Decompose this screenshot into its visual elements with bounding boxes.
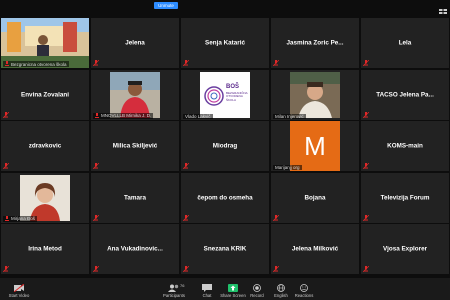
participant-name: Lela bbox=[398, 39, 412, 47]
mic-muted-icon bbox=[273, 266, 279, 272]
participant-video bbox=[20, 174, 70, 221]
mic-muted-icon bbox=[93, 60, 99, 66]
participant-name: Milica Škiljević bbox=[112, 142, 158, 150]
participant-tile[interactable]: Vjosa Explorer bbox=[361, 224, 449, 274]
participant-initial-avatar: M bbox=[290, 121, 340, 171]
participant-name: Envina Zovalani bbox=[21, 91, 69, 98]
participant-tile[interactable]: KOMS-main bbox=[361, 121, 449, 171]
mic-muted-icon bbox=[183, 163, 189, 169]
participant-name: čepom do osmeha bbox=[197, 194, 253, 201]
participant-name: Jelena Milković bbox=[291, 245, 339, 253]
view-grid-icon[interactable] bbox=[439, 1, 447, 14]
meeting-toolbar: Start Video Participants 76 Chat Share S… bbox=[0, 278, 450, 300]
reactions-button[interactable]: Reactions bbox=[287, 284, 321, 298]
start-video-button[interactable]: Start Video bbox=[2, 284, 36, 298]
mic-muted-icon bbox=[183, 60, 189, 66]
mic-muted-icon bbox=[93, 163, 99, 169]
mic-muted-icon bbox=[3, 266, 9, 272]
participant-tile[interactable]: BOŠ BEZGRANIČNA OTVORENA ŠKOLA Vlado Lak… bbox=[181, 69, 269, 120]
mic-muted-icon bbox=[363, 60, 369, 66]
participant-tile[interactable]: Jelena Milković bbox=[271, 224, 359, 274]
participant-tile[interactable]: MNOVLLLB Mirnika J. D. bbox=[91, 69, 179, 120]
zoom-gallery-window: Unmute Bezgranicna otvorena škola Jelena… bbox=[0, 0, 450, 300]
participant-tile[interactable]: Milica Škiljević bbox=[91, 121, 179, 171]
participant-name: Tamara bbox=[124, 194, 146, 201]
mic-muted-icon bbox=[183, 266, 189, 272]
participant-tile[interactable]: čepom do osmeha bbox=[181, 172, 269, 223]
participant-tile[interactable]: Bezgranicna otvorena škola bbox=[1, 18, 89, 68]
participant-tile[interactable]: zdravkovic bbox=[1, 121, 89, 171]
mic-muted-icon bbox=[3, 163, 9, 169]
participant-name: Bojana bbox=[304, 194, 326, 201]
participant-tile[interactable]: M Marijanjj org bbox=[271, 121, 359, 171]
mic-muted-icon bbox=[93, 266, 99, 272]
participant-tile[interactable]: Mirjana Đoš bbox=[1, 172, 89, 223]
mic-muted-icon bbox=[3, 111, 9, 118]
participant-name: Senja Katarić bbox=[205, 39, 245, 47]
participants-button[interactable]: Participants 76 bbox=[157, 283, 191, 298]
participant-tile[interactable]: Televizija Forum bbox=[361, 172, 449, 223]
participant-name: Jasmina Zoric Pe... bbox=[286, 39, 344, 47]
participant-tile[interactable]: Jasmina Zoric Pe... bbox=[271, 18, 359, 68]
mic-muted-icon bbox=[95, 112, 99, 119]
top-bar: Unmute bbox=[0, 0, 450, 18]
mic-muted-icon bbox=[5, 215, 9, 222]
mic-muted-icon bbox=[183, 214, 189, 221]
mic-muted-icon bbox=[273, 214, 279, 221]
participant-label: Milan Injerović bbox=[273, 113, 306, 119]
video-off-icon bbox=[2, 284, 36, 292]
participant-label: Vlado Lakvič bbox=[183, 113, 213, 119]
participant-name: Jelena bbox=[125, 39, 145, 47]
participant-tile[interactable]: Irina Metod bbox=[1, 224, 89, 274]
participant-tile[interactable]: Envina Zovalani bbox=[1, 69, 89, 120]
participant-name: zdravkovic bbox=[28, 142, 62, 150]
participants-label: Participants bbox=[163, 293, 185, 298]
logo-subtitle: BEZGRANIČNA OTVORENA ŠKOLA bbox=[226, 90, 248, 102]
participant-video bbox=[110, 71, 160, 118]
participant-tile[interactable]: Snezana KRIK bbox=[181, 224, 269, 274]
participant-name: Snezana KRIK bbox=[203, 245, 247, 253]
mic-muted-icon bbox=[363, 214, 369, 221]
mic-muted-icon bbox=[273, 60, 279, 66]
participant-tile[interactable]: Senja Katarić bbox=[181, 18, 269, 68]
participant-label: Marijanjj org bbox=[273, 165, 302, 170]
participant-tile[interactable]: Jelena bbox=[91, 18, 179, 68]
participant-name: TACSO Jelena Pa... bbox=[376, 91, 434, 98]
unmute-button[interactable]: Unmute bbox=[154, 2, 178, 9]
participant-logo: BOŠ BEZGRANIČNA OTVORENA ŠKOLA bbox=[200, 71, 250, 118]
participant-name: Vjosa Explorer bbox=[382, 245, 428, 253]
participant-tile[interactable]: TACSO Jelena Pa... bbox=[361, 69, 449, 120]
unmute-label: Unmute bbox=[158, 3, 174, 8]
mic-muted-icon bbox=[5, 61, 9, 67]
logo-title: BOŠ bbox=[226, 83, 240, 90]
gallery-grid: Bezgranicna otvorena škola Jelena Senja … bbox=[0, 18, 450, 278]
participant-label: Bezgranicna otvorena škola bbox=[3, 61, 69, 67]
participant-tile[interactable]: Milan Injerović bbox=[271, 69, 359, 120]
participant-label: MNOVLLLB Mirnika J. D. bbox=[93, 112, 154, 119]
mic-muted-icon bbox=[363, 111, 369, 118]
participant-name: Televizija Forum bbox=[380, 194, 430, 201]
participant-name: Irina Metod bbox=[28, 245, 62, 253]
participant-tile[interactable]: Tamara bbox=[91, 172, 179, 223]
participants-icon bbox=[157, 284, 191, 292]
smiley-icon bbox=[287, 284, 321, 292]
participant-tile[interactable]: Lela bbox=[361, 18, 449, 68]
participant-name: Ana Vukadinovic... bbox=[107, 245, 163, 253]
participant-tile[interactable]: Ana Vukadinovic... bbox=[91, 224, 179, 274]
mic-muted-icon bbox=[363, 266, 369, 272]
participants-count: 76 bbox=[180, 283, 185, 288]
participant-name: KOMS-main bbox=[387, 142, 423, 150]
participant-label: Mirjana Đoš bbox=[3, 215, 38, 222]
participant-name: Miodrag bbox=[212, 142, 238, 150]
mic-muted-icon bbox=[93, 214, 99, 221]
participant-tile[interactable]: Miodrag bbox=[181, 121, 269, 171]
mic-muted-icon bbox=[363, 163, 369, 169]
participant-video bbox=[290, 71, 340, 118]
participant-tile[interactable]: Bojana bbox=[271, 172, 359, 223]
